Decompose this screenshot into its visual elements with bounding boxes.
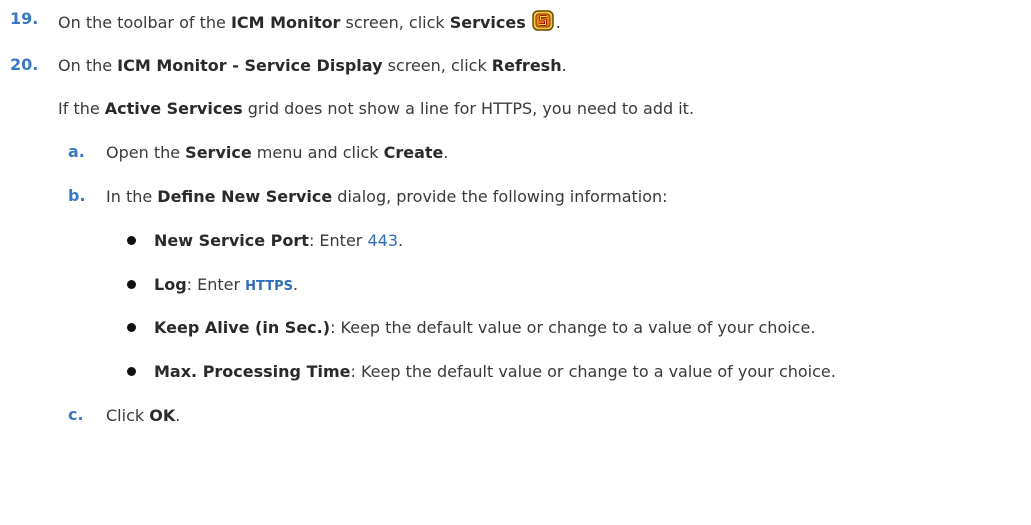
step-number-19: 19. — [10, 9, 39, 28]
step-19-text-part: On the toolbar of the — [58, 13, 231, 32]
substep-b-text: In the Define New Service dialog, provid… — [106, 186, 668, 208]
services-icon — [532, 9, 556, 39]
substep-b-text-part: dialog, provide the following informatio… — [332, 187, 668, 206]
ui-term-define-new-service: Define New Service — [157, 187, 333, 206]
bullet-text-part: : Enter — [308, 231, 368, 250]
step-19-text-part: screen, click — [340, 13, 450, 32]
bullet-dot — [127, 367, 136, 376]
ui-term-service-menu: Service — [185, 143, 252, 162]
bullet-dot — [127, 280, 136, 289]
ui-term-icm-monitor: ICM Monitor — [230, 13, 341, 32]
note-text-part: grid does not show a line for HTTPS, you… — [242, 99, 695, 118]
step-19-text: On the toolbar of the ICM Monitor screen… — [58, 9, 561, 39]
bullet-log: Log: Enter HTTPS. — [154, 274, 298, 298]
substep-c-text: Click OK. — [106, 405, 180, 427]
substep-label-a: a. — [68, 142, 85, 161]
bullet-new-service-port: New Service Port: Enter 443. — [154, 230, 403, 252]
step-19-text-part: . — [555, 13, 561, 32]
note-text-part: If the — [58, 99, 105, 118]
field-log: Log — [154, 275, 187, 294]
bullet-text-part: : Keep the default value or change to a … — [350, 362, 836, 381]
bullet-dot — [127, 236, 136, 245]
substep-a-text-part: menu and click — [251, 143, 384, 162]
ui-term-refresh: Refresh — [491, 56, 562, 75]
field-max-processing-time: Max. Processing Time — [154, 362, 351, 381]
bullet-text-part: . — [398, 231, 404, 250]
substep-a-text: Open the Service menu and click Create. — [106, 142, 448, 164]
substep-c-text-part: . — [175, 406, 181, 425]
step-20-text: On the ICM Monitor - Service Display scr… — [58, 55, 567, 77]
bullet-max-processing-time: Max. Processing Time: Keep the default v… — [154, 361, 836, 383]
substep-label-b: b. — [68, 186, 86, 205]
ui-term-service-display: ICM Monitor - Service Display — [117, 56, 383, 75]
ui-term-services: Services — [449, 13, 526, 32]
ui-term-ok: OK — [149, 406, 176, 425]
substep-b-text-part: In the — [106, 187, 158, 206]
note-paragraph: If the Active Services grid does not sho… — [58, 98, 694, 120]
bullet-text-part: : Keep the default value or change to a … — [330, 318, 816, 337]
step-20-text-part: . — [561, 56, 567, 75]
bullet-text-part: . — [292, 275, 299, 294]
step-number-20: 20. — [10, 55, 39, 74]
substep-c-text-part: Click — [106, 406, 150, 425]
bullet-keep-alive: Keep Alive (in Sec.): Keep the default v… — [154, 317, 815, 339]
substep-label-c: c. — [68, 405, 84, 424]
bullet-dot — [127, 323, 136, 332]
bullet-text-part: : Enter — [186, 275, 246, 294]
value-443: 443 — [367, 231, 398, 250]
step-20-text-part: On the — [58, 56, 118, 75]
field-new-service-port: New Service Port — [154, 231, 309, 250]
ui-term-create: Create — [383, 143, 444, 162]
value-https: HTTPS — [245, 279, 293, 294]
field-keep-alive: Keep Alive (in Sec.) — [154, 318, 331, 337]
step-20-text-part: screen, click — [382, 56, 492, 75]
ui-term-active-services: Active Services — [104, 99, 243, 118]
substep-a-text-part: . — [443, 143, 449, 162]
substep-a-text-part: Open the — [106, 143, 186, 162]
